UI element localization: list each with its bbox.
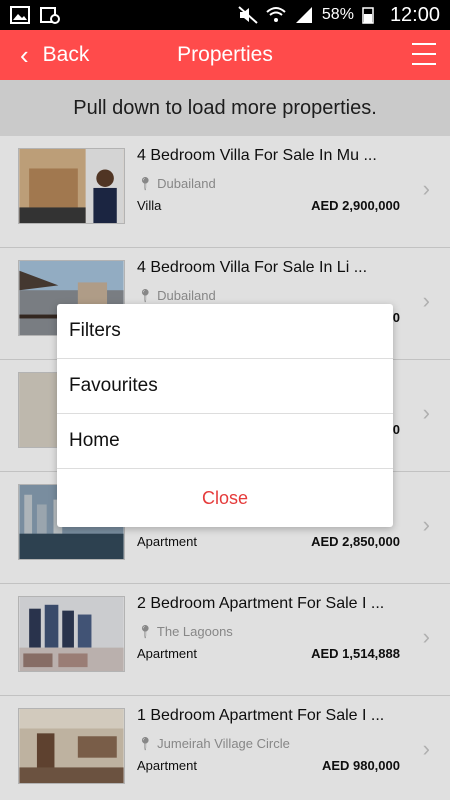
mute-icon <box>238 6 258 24</box>
options-menu-dialog: Filters Favourites Home Close <box>57 304 393 527</box>
status-bar: 58% 12:00 <box>0 0 450 30</box>
calendar-clock-icon <box>40 6 60 24</box>
gallery-icon <box>10 6 30 24</box>
signal-icon <box>294 6 314 24</box>
menu-item-favourites[interactable]: Favourites <box>57 359 393 414</box>
app-header: ‹ Back Properties <box>0 30 450 80</box>
battery-icon <box>362 6 382 24</box>
chevron-left-icon: ‹ <box>20 40 29 70</box>
clock: 12:00 <box>389 3 440 26</box>
back-button[interactable]: ‹ Back <box>0 30 120 80</box>
close-button[interactable]: Close <box>57 469 393 527</box>
menu-item-home[interactable]: Home <box>57 414 393 469</box>
back-label: Back <box>42 43 90 66</box>
battery-percent: 58% <box>321 6 354 23</box>
wifi-icon <box>266 6 286 24</box>
hamburger-menu-icon[interactable] <box>412 43 436 65</box>
menu-item-filters[interactable]: Filters <box>57 304 393 359</box>
